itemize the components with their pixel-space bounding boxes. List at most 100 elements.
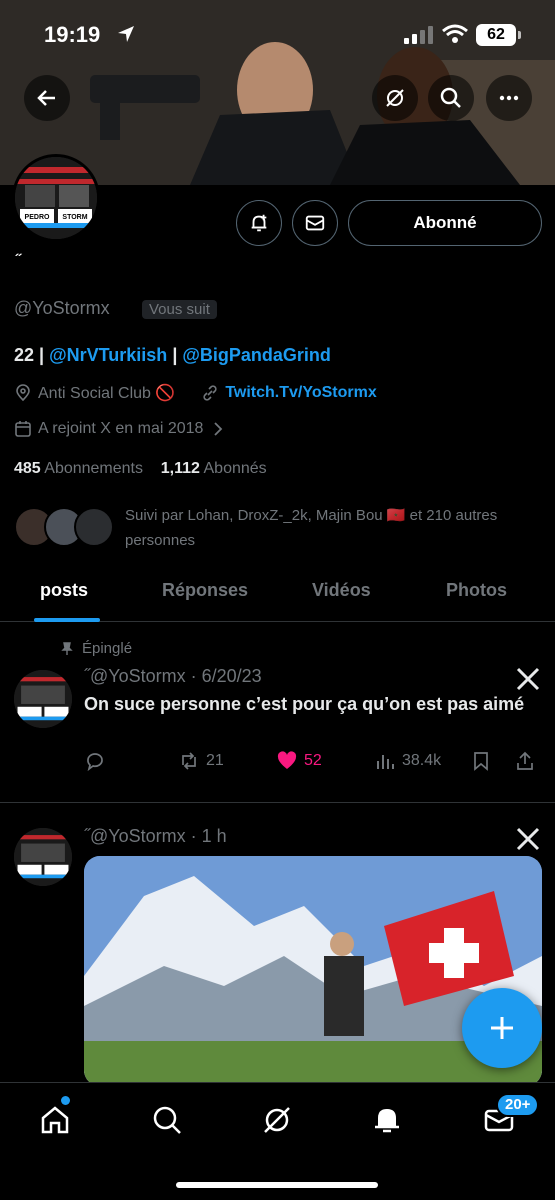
followed-by-avatars[interactable]	[14, 507, 114, 549]
link-icon	[203, 385, 217, 401]
bookmark-button[interactable]	[470, 750, 492, 772]
search-button[interactable]	[428, 75, 474, 121]
home-unread-dot	[61, 1096, 70, 1105]
avatar-image: PEDRO STORM	[15, 157, 97, 239]
plus-icon	[491, 1017, 513, 1039]
search-icon	[440, 87, 461, 108]
location-icon	[16, 384, 30, 402]
cellular-signal-icon	[404, 26, 433, 44]
following-link[interactable]: 485 Abonnements	[14, 460, 143, 477]
battery-tip	[518, 31, 521, 39]
grok-button[interactable]	[372, 75, 418, 121]
tab-videos[interactable]: Vidéos	[312, 580, 371, 601]
bio-mention-bigpandagrind[interactable]: @BigPandaGrind	[182, 345, 331, 365]
profile-location: Anti Social Club 🚫	[38, 385, 176, 402]
svg-text:PEDRO: PEDRO	[25, 214, 50, 221]
home-indicator	[176, 1182, 378, 1188]
bell-plus-icon	[251, 214, 267, 232]
tab-replies[interactable]: Réponses	[162, 580, 248, 601]
share-button[interactable]	[514, 750, 536, 772]
nav-notifications[interactable]	[370, 1103, 404, 1137]
status-bar: 19:19 62	[0, 0, 555, 70]
mail-icon	[305, 215, 325, 231]
svg-text:STORM: STORM	[62, 214, 87, 221]
post-header: ˝@YoStormx · 1 h	[84, 826, 227, 846]
avatar-image	[14, 828, 72, 886]
follow-counts: 485 Abonnements 1,112 Abonnés	[14, 460, 267, 478]
chevron-right-icon	[214, 422, 223, 436]
following-button[interactable]: Abonné	[348, 200, 542, 246]
pinned-label: Épinglé	[60, 640, 132, 657]
more-button[interactable]	[486, 75, 532, 121]
back-button[interactable]	[24, 75, 70, 121]
followers-link[interactable]: 1,112 Abonnés	[161, 460, 267, 477]
grok-icon	[386, 89, 404, 107]
more-icon	[499, 95, 519, 101]
compose-post-button[interactable]	[462, 988, 542, 1068]
bio-prefix: 22 |	[14, 345, 50, 365]
post-header: ˝@YoStormx · 6/20/23	[84, 666, 262, 686]
joined-row[interactable]: A rejoint X en mai 2018	[14, 420, 227, 438]
share-icon	[517, 751, 533, 770]
profile-avatar[interactable]: PEDRO STORM	[12, 154, 100, 242]
reply-icon	[87, 753, 103, 772]
location-arrow-icon	[118, 26, 134, 42]
messages-badge: 20+	[496, 1093, 540, 1117]
repost-icon	[182, 752, 196, 770]
home-icon	[41, 1106, 69, 1134]
repost-count: 21	[206, 752, 224, 769]
post-divider	[0, 802, 555, 803]
reply-button[interactable]	[84, 750, 106, 772]
calendar-icon	[15, 421, 31, 437]
followers-count: 1,112	[160, 460, 200, 477]
message-button[interactable]	[292, 200, 338, 246]
nav-home[interactable]	[38, 1103, 72, 1137]
post-avatar[interactable]	[14, 670, 72, 728]
profile-joined: A rejoint X en mai 2018	[38, 420, 204, 437]
post-avatar[interactable]	[14, 828, 72, 886]
views-button[interactable]: 38.4k	[374, 750, 441, 772]
repost-button[interactable]: 21	[178, 750, 224, 772]
bio-separator: |	[167, 345, 183, 365]
grok-icon	[264, 1107, 290, 1133]
x-logo-icon	[516, 827, 540, 851]
pinned-text: Épinglé	[82, 640, 133, 657]
avatar	[74, 507, 114, 547]
back-arrow-icon	[37, 90, 55, 106]
nav-grok[interactable]	[260, 1103, 294, 1137]
heart-icon	[277, 751, 297, 769]
active-tab-indicator	[34, 618, 100, 622]
avatar-image	[14, 670, 72, 728]
following-label: Abonnements	[44, 460, 143, 477]
x-logo-icon	[516, 667, 540, 691]
profile-website-link[interactable]: Twitch.Tv/YoStormx	[225, 384, 376, 402]
bio-mention-nrvturkiish[interactable]: @NrVTurkiish	[49, 345, 167, 365]
battery-indicator: 62	[476, 24, 516, 46]
wifi-icon	[442, 24, 468, 43]
followers-label: Abonnés	[203, 460, 267, 477]
profile-bio: 22 | @NrVTurkiish | @BigPandaGrind	[14, 345, 331, 366]
nav-search[interactable]	[150, 1103, 184, 1137]
following-count: 485	[14, 460, 41, 477]
like-button[interactable]: 52	[276, 750, 322, 772]
views-count: 38.4k	[402, 752, 442, 769]
pin-icon	[61, 641, 73, 655]
profile-banner[interactable]: 19:19 62	[0, 0, 555, 185]
notifications-button[interactable]	[236, 200, 282, 246]
views-icon	[377, 755, 394, 769]
bookmark-icon	[474, 752, 488, 771]
follows-you-badge: Vous suit	[142, 300, 217, 319]
display-name: ˝	[16, 252, 22, 269]
followed-by-text[interactable]: Suivi par Lohan, DroxZ-_2k, Majin Bou 🇲🇦…	[125, 503, 525, 553]
search-icon	[153, 1106, 181, 1134]
profile-meta-row: Anti Social Club 🚫 Twitch.Tv/YoStormx	[14, 383, 377, 403]
tab-posts[interactable]: posts	[40, 580, 88, 601]
like-count: 52	[304, 752, 322, 769]
profile-handle: @YoStormx	[14, 298, 110, 318]
profile-tabs: posts Réponses Vidéos Photos	[0, 566, 555, 622]
status-time: 19:19	[44, 22, 101, 47]
tab-photos[interactable]: Photos	[446, 580, 507, 601]
post-actions: 21 52 38.4k	[84, 750, 544, 778]
post-text[interactable]: On suce personne c’est pour ça qu’on est…	[84, 692, 534, 716]
bell-icon	[375, 1109, 399, 1133]
